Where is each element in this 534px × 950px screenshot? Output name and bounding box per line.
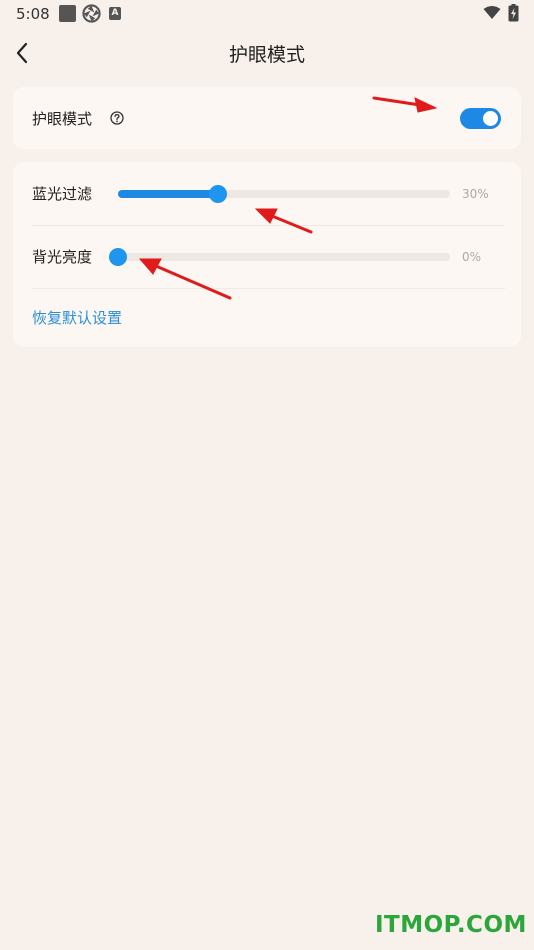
toggle-knob [483, 111, 498, 126]
slider-track [118, 253, 450, 261]
slider-thumb[interactable] [208, 185, 227, 203]
sliders-card: 蓝光过滤 30% 背光亮度 0% 恢复默认设置 [13, 162, 521, 347]
slider-thumb[interactable] [109, 248, 127, 266]
reset-defaults-link[interactable]: 恢复默认设置 [32, 307, 122, 328]
wifi-icon [483, 6, 501, 19]
backlight-brightness-slider[interactable] [109, 247, 450, 267]
slider-fill [118, 190, 218, 198]
divider [32, 288, 505, 289]
eye-mode-card: 护眼模式 [13, 87, 521, 149]
aperture-icon [82, 4, 101, 23]
divider [32, 225, 505, 226]
question-circle-icon[interactable] [110, 111, 124, 125]
page-title: 护眼模式 [228, 44, 305, 66]
backlight-brightness-label: 背光亮度 [32, 248, 93, 266]
blue-light-filter-slider[interactable] [118, 184, 450, 204]
status-bar: 5:08 A [0, 0, 534, 28]
square-icon [59, 5, 76, 22]
battery-icon [508, 4, 519, 22]
blue-light-filter-label: 蓝光过滤 [32, 185, 93, 203]
app-header: 护眼模式 [0, 28, 534, 78]
watermark: ITMOP.COM [375, 912, 527, 938]
eye-mode-label: 护眼模式 [32, 110, 93, 128]
backlight-brightness-value: 0% [462, 250, 482, 264]
blue-light-filter-value: 30% [462, 187, 489, 201]
a-icon: A [109, 7, 121, 20]
status-time: 5:08 [16, 5, 50, 23]
eye-mode-toggle[interactable] [460, 108, 501, 129]
